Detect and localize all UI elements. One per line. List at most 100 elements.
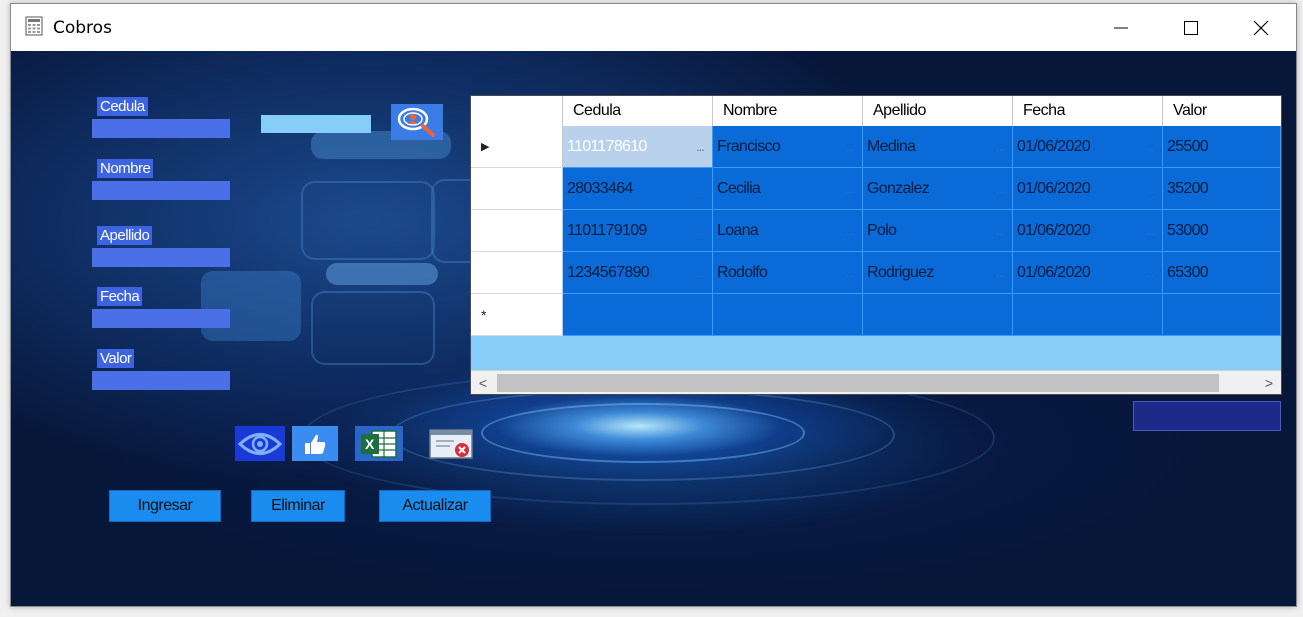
new-row-cell[interactable]	[1163, 294, 1281, 336]
close-window-icon	[429, 428, 473, 459]
grid-cell-text: 01/06/2020	[1017, 138, 1091, 155]
new-row-cell[interactable]	[863, 294, 1013, 336]
cell-ellipsis: ...	[846, 266, 855, 280]
ingresar-button[interactable]: Ingresar	[109, 490, 221, 522]
row-header[interactable]	[471, 168, 563, 210]
grid-cell[interactable]: Medina...	[863, 126, 1013, 168]
grid-cell[interactable]: Rodolfo...	[713, 252, 863, 294]
grid-cell[interactable]: Rodriguez...	[863, 252, 1013, 294]
apellido-field[interactable]	[92, 248, 230, 267]
grid-cell[interactable]: 01/06/2020...	[1013, 126, 1163, 168]
grid-cell[interactable]: 1101178610...	[563, 126, 713, 168]
grid-cell[interactable]: 25500	[1163, 126, 1281, 168]
excel-icon: X	[361, 429, 397, 458]
total-display	[1133, 401, 1281, 431]
column-header-valor[interactable]: Valor	[1163, 96, 1281, 126]
column-header-cedula[interactable]: Cedula	[563, 96, 713, 126]
export-excel-button[interactable]: X	[355, 426, 403, 461]
valor-field[interactable]	[92, 371, 230, 390]
grid-cell[interactable]: 1234567890...	[563, 252, 713, 294]
fecha-field[interactable]	[92, 309, 230, 328]
row-header[interactable]	[471, 210, 563, 252]
cobros-window: Cobros Cedula Nombre Apellido Fecha Valo…	[10, 3, 1297, 607]
close-button[interactable]	[1226, 4, 1296, 51]
grid-cell[interactable]: 01/06/2020...	[1013, 252, 1163, 294]
grid-cell-text: 01/06/2020	[1017, 180, 1091, 197]
cell-ellipsis: ...	[1146, 224, 1155, 238]
cedula-field[interactable]	[92, 119, 230, 138]
cell-ellipsis: ...	[1146, 266, 1155, 280]
minimize-button[interactable]	[1086, 4, 1156, 51]
column-header-apellido[interactable]: Apellido	[863, 96, 1013, 126]
grid-cell[interactable]: 28033464...	[563, 168, 713, 210]
new-row-cell[interactable]	[563, 294, 713, 336]
cell-ellipsis: ...	[996, 182, 1005, 196]
new-row-marker: *	[481, 307, 487, 323]
cell-ellipsis: ...	[846, 182, 855, 196]
nombre-label: Nombre	[97, 159, 154, 178]
new-row-header[interactable]: *	[471, 294, 563, 336]
grid-cell-text: Rodolfo	[717, 264, 768, 281]
horizontal-scrollbar[interactable]: < >	[471, 370, 1281, 394]
grid-cell-text: Loana	[717, 222, 759, 239]
background-decoration	[301, 181, 435, 260]
grid-cell-text: 28033464	[567, 180, 633, 197]
grid-cell-text: Medina	[867, 138, 916, 155]
grid-cell-text: Polo	[867, 222, 897, 239]
grid-cell-text: Francisco	[717, 138, 781, 155]
maximize-icon	[1184, 20, 1198, 35]
cell-ellipsis: ...	[996, 224, 1005, 238]
cell-ellipsis: ...	[696, 182, 705, 196]
grid-cell[interactable]: Loana...	[713, 210, 863, 252]
grid-cell[interactable]: 01/06/2020...	[1013, 210, 1163, 252]
grid-cell[interactable]: Polo...	[863, 210, 1013, 252]
actualizar-button[interactable]: Actualizar	[379, 490, 491, 522]
grid-cell-text: 1101178610	[567, 138, 647, 155]
grid-cell[interactable]: 65300	[1163, 252, 1281, 294]
cell-ellipsis: ...	[696, 224, 705, 238]
grid-cell-text: Cecilia	[717, 180, 761, 197]
scroll-thumb[interactable]	[497, 374, 1219, 392]
nombre-field[interactable]	[92, 181, 230, 200]
view-button[interactable]	[235, 426, 285, 461]
grid-cell[interactable]: 35200	[1163, 168, 1281, 210]
background-decoration	[311, 291, 435, 365]
scroll-right-arrow[interactable]: >	[1259, 373, 1279, 393]
cell-ellipsis: ...	[696, 266, 705, 280]
grid-cell[interactable]: 1101179109...	[563, 210, 713, 252]
cell-ellipsis: ...	[996, 266, 1005, 280]
search-input[interactable]	[261, 115, 371, 133]
row-header[interactable]: ▶	[471, 126, 563, 168]
cell-ellipsis: ...	[696, 140, 705, 154]
grid-cell[interactable]: Francisco...	[713, 126, 863, 168]
grid-cell-text: 35200	[1167, 180, 1209, 197]
grid-cell[interactable]: Cecilia...	[713, 168, 863, 210]
eye-icon	[237, 432, 283, 455]
approve-button[interactable]	[292, 426, 338, 461]
column-header-fecha[interactable]: Fecha	[1013, 96, 1163, 126]
cell-ellipsis: ...	[1146, 182, 1155, 196]
search-button[interactable]	[391, 104, 443, 140]
cell-ellipsis: ...	[846, 224, 855, 238]
maximize-button[interactable]	[1156, 4, 1226, 51]
grid-cell-text: Gonzalez	[867, 180, 930, 197]
background-decoration	[326, 263, 438, 285]
grid-cell-text: 25500	[1167, 138, 1209, 155]
cedula-label: Cedula	[97, 97, 148, 116]
cobros-data-grid[interactable]: Cedula Nombre Apellido Fecha Valor ▶ 1101…	[470, 95, 1282, 395]
column-header-nombre[interactable]: Nombre	[713, 96, 863, 126]
cell-ellipsis: ...	[1146, 140, 1155, 154]
new-row-cell[interactable]	[713, 294, 863, 336]
row-header[interactable]	[471, 252, 563, 294]
form-client-area: Cedula Nombre Apellido Fecha Valor X Ing…	[11, 51, 1296, 606]
window-title: Cobros	[53, 18, 112, 38]
grid-cell[interactable]: 01/06/2020...	[1013, 168, 1163, 210]
close-form-button[interactable]	[427, 426, 475, 461]
thumbs-up-icon	[305, 434, 326, 454]
new-row-cell[interactable]	[1013, 294, 1163, 336]
grid-cell[interactable]: Gonzalez...	[863, 168, 1013, 210]
eliminar-button[interactable]: Eliminar	[251, 490, 345, 522]
title-bar[interactable]: Cobros	[11, 4, 1296, 51]
scroll-left-arrow[interactable]: <	[473, 373, 493, 393]
grid-cell[interactable]: 53000	[1163, 210, 1281, 252]
